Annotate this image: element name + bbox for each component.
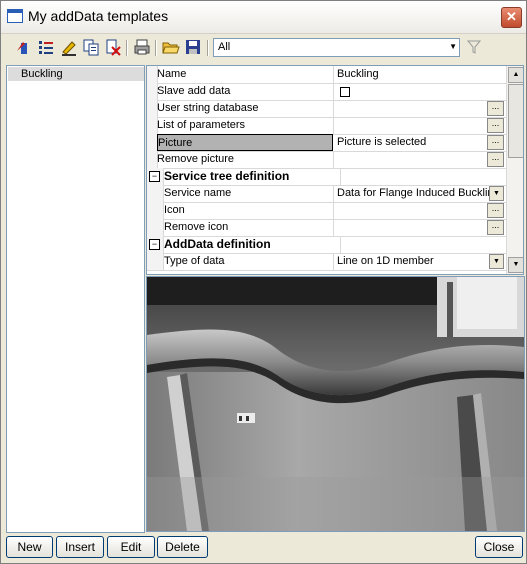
property-row-name[interactable]: Name Buckling (147, 66, 506, 84)
property-label: Slave add data (157, 83, 334, 100)
collapse-icon[interactable]: − (149, 171, 160, 182)
browse-button[interactable]: ... (487, 101, 504, 116)
save-icon[interactable] (183, 38, 203, 58)
row-gutter (147, 202, 164, 219)
section-service-tree-definition[interactable]: − Service tree definition (147, 168, 506, 186)
property-label: Remove picture (157, 151, 334, 168)
copy-icon[interactable] (81, 38, 101, 58)
edit-button[interactable]: Edit (107, 536, 155, 558)
property-label: Picture (157, 134, 333, 151)
property-row-service-name[interactable]: Service name Data for Flange Induced Buc… (147, 185, 506, 203)
section-adddata-definition[interactable]: − AddData definition (147, 236, 506, 254)
row-gutter (147, 219, 164, 236)
property-row-list-of-parameters[interactable]: List of parameters ... (147, 117, 506, 135)
insert-icon[interactable] (36, 38, 56, 58)
insert-button[interactable]: Insert (56, 536, 104, 558)
property-label: Icon (164, 202, 334, 219)
property-value: ... (337, 151, 505, 168)
chevron-down-icon[interactable]: ▼ (489, 254, 504, 269)
delete-button[interactable]: Delete (157, 536, 208, 558)
toolbar-separator (126, 40, 128, 56)
property-row-slave-add-data[interactable]: Slave add data (147, 83, 506, 101)
property-value[interactable]: Buckling (337, 66, 505, 83)
type-of-data-value[interactable]: Line on 1D member (337, 255, 434, 267)
property-value: ... (337, 219, 505, 236)
browse-button[interactable]: ... (487, 220, 504, 235)
browse-button[interactable]: ... (487, 203, 504, 218)
toolbar-separator (207, 40, 209, 56)
property-label: Type of data (164, 253, 334, 270)
row-gutter (147, 253, 164, 270)
edit-pencil-icon[interactable] (59, 38, 79, 58)
property-label: Name (157, 66, 334, 83)
property-row-icon[interactable]: Icon ... (147, 202, 506, 220)
picture-status: Picture is selected (337, 136, 427, 148)
property-value: Data for Flange Induced Buckling ▼ (337, 185, 505, 202)
browse-button[interactable]: ... (487, 152, 504, 167)
property-row-remove-picture[interactable]: Remove picture ... (147, 151, 506, 169)
print-icon[interactable] (132, 38, 152, 58)
property-row-user-string-database[interactable]: User string database ... (147, 100, 506, 118)
template-tree: Buckling (6, 65, 145, 533)
property-value (337, 83, 505, 100)
scroll-up-icon[interactable]: ▲ (508, 67, 523, 83)
title-bar: My addData templates ✕ (1, 1, 526, 34)
close-window-button[interactable]: ✕ (501, 7, 522, 28)
property-label: User string database (157, 100, 334, 117)
new-button[interactable]: New (6, 536, 53, 558)
templates-window: My addData templates ✕ All ▼ Buckling Na… (0, 0, 527, 564)
row-gutter: − (147, 236, 164, 253)
properties-grid: Name Buckling Slave add data User string… (146, 65, 524, 275)
section-label: AddData definition (164, 236, 341, 253)
delete-icon[interactable] (103, 38, 123, 58)
collapse-icon[interactable]: − (149, 239, 160, 250)
service-name-value[interactable]: Data for Flange Induced Buckling (337, 187, 500, 199)
grid-scrollbar[interactable]: ▲ ▼ (506, 66, 523, 274)
property-label: Remove icon (164, 219, 334, 236)
property-row-picture[interactable]: Picture Picture is selected ... (147, 134, 506, 152)
property-label: List of parameters (157, 117, 334, 134)
property-value: Picture is selected ... (337, 134, 505, 151)
close-button[interactable]: Close (475, 536, 523, 558)
new-template-icon[interactable] (13, 38, 33, 58)
property-row-type-of-data[interactable]: Type of data Line on 1D member ▼ (147, 253, 506, 271)
window-title: My addData templates (28, 8, 169, 24)
property-label: Service name (164, 185, 334, 202)
filter-funnel-icon[interactable] (466, 39, 482, 55)
chevron-down-icon[interactable]: ▼ (489, 186, 504, 201)
section-label: Service tree definition (164, 168, 341, 185)
property-row-remove-icon[interactable]: Remove icon ... (147, 219, 506, 237)
row-gutter (147, 185, 164, 202)
filter-select-value: All (218, 41, 231, 53)
scrollbar-thumb[interactable] (508, 84, 523, 158)
toolbar-separator (155, 40, 157, 56)
property-value: ... (337, 100, 505, 117)
tree-item-buckling[interactable]: Buckling (8, 67, 144, 81)
slave-add-data-checkbox[interactable] (340, 87, 350, 97)
browse-button[interactable]: ... (487, 135, 504, 150)
row-gutter: − (147, 168, 164, 185)
property-value: Line on 1D member ▼ (337, 253, 505, 270)
picture-preview (146, 276, 525, 532)
open-folder-icon[interactable] (161, 38, 181, 58)
browse-button[interactable]: ... (487, 118, 504, 133)
property-value: ... (337, 117, 505, 134)
bottom-button-bar: New Insert Edit Delete Close (1, 534, 526, 563)
scroll-down-icon[interactable]: ▼ (508, 257, 523, 273)
chevron-down-icon[interactable]: ▼ (449, 42, 457, 51)
filter-select[interactable]: All ▼ (213, 38, 460, 57)
property-value: ... (337, 202, 505, 219)
window-icon (7, 9, 23, 23)
